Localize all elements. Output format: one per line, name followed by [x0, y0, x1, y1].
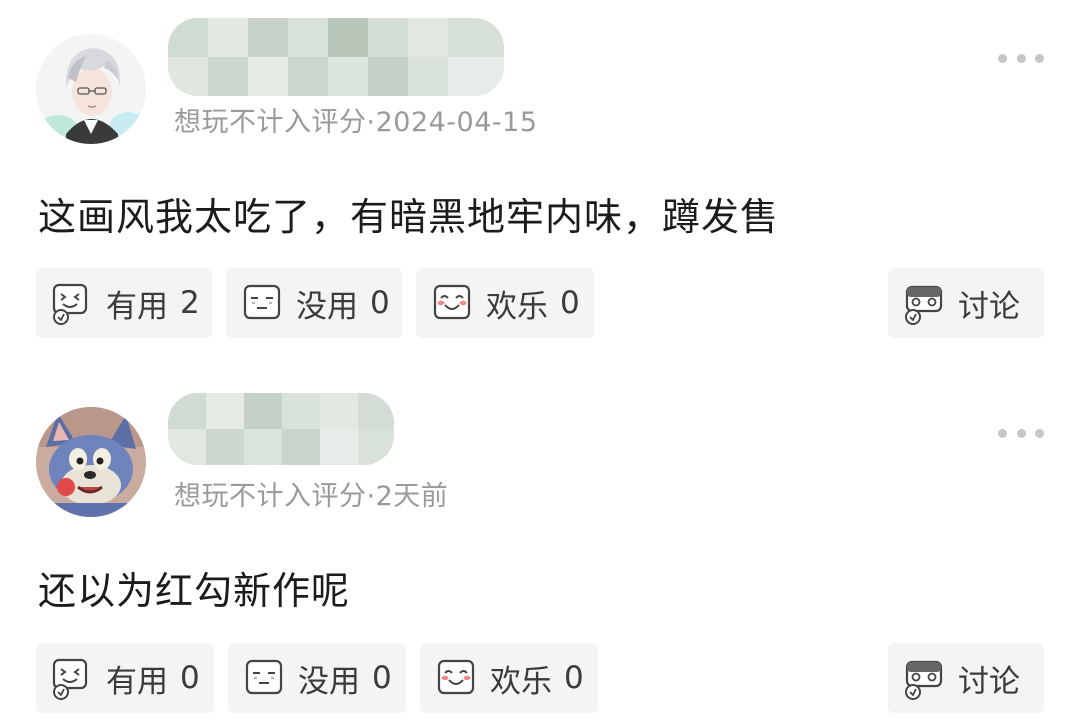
comment-text: 还以为红勾新作呢 — [38, 569, 351, 613]
discuss-label: 讨论 — [958, 663, 1020, 700]
useful-label: 有用 — [106, 663, 168, 700]
useless-button[interactable]: 没用 0 — [228, 643, 406, 713]
happy-icon — [437, 659, 475, 695]
rating-meta: 想玩不计入评分·2天前 — [174, 481, 449, 512]
useful-icon — [52, 658, 88, 700]
username-blurred[interactable] — [168, 393, 394, 465]
discuss-button[interactable]: 讨论 — [888, 643, 1044, 713]
more-options-icon[interactable] — [998, 427, 1044, 439]
happy-button[interactable]: 欢乐 0 — [420, 643, 598, 713]
happy-label: 欢乐 — [490, 663, 552, 700]
useless-count: 0 — [372, 660, 392, 696]
avatar[interactable] — [36, 407, 146, 517]
useless-label: 没用 — [298, 663, 360, 700]
happy-count: 0 — [564, 660, 584, 696]
discuss-icon — [905, 660, 943, 700]
useless-icon — [245, 659, 283, 695]
useful-button[interactable]: 有用 0 — [36, 643, 214, 713]
useful-count: 0 — [180, 660, 200, 696]
comment-2: 想玩不计入评分·2天前 还以为红勾新作呢 有用 0 没用 0 欢乐 0 讨论 — [0, 0, 1080, 726]
